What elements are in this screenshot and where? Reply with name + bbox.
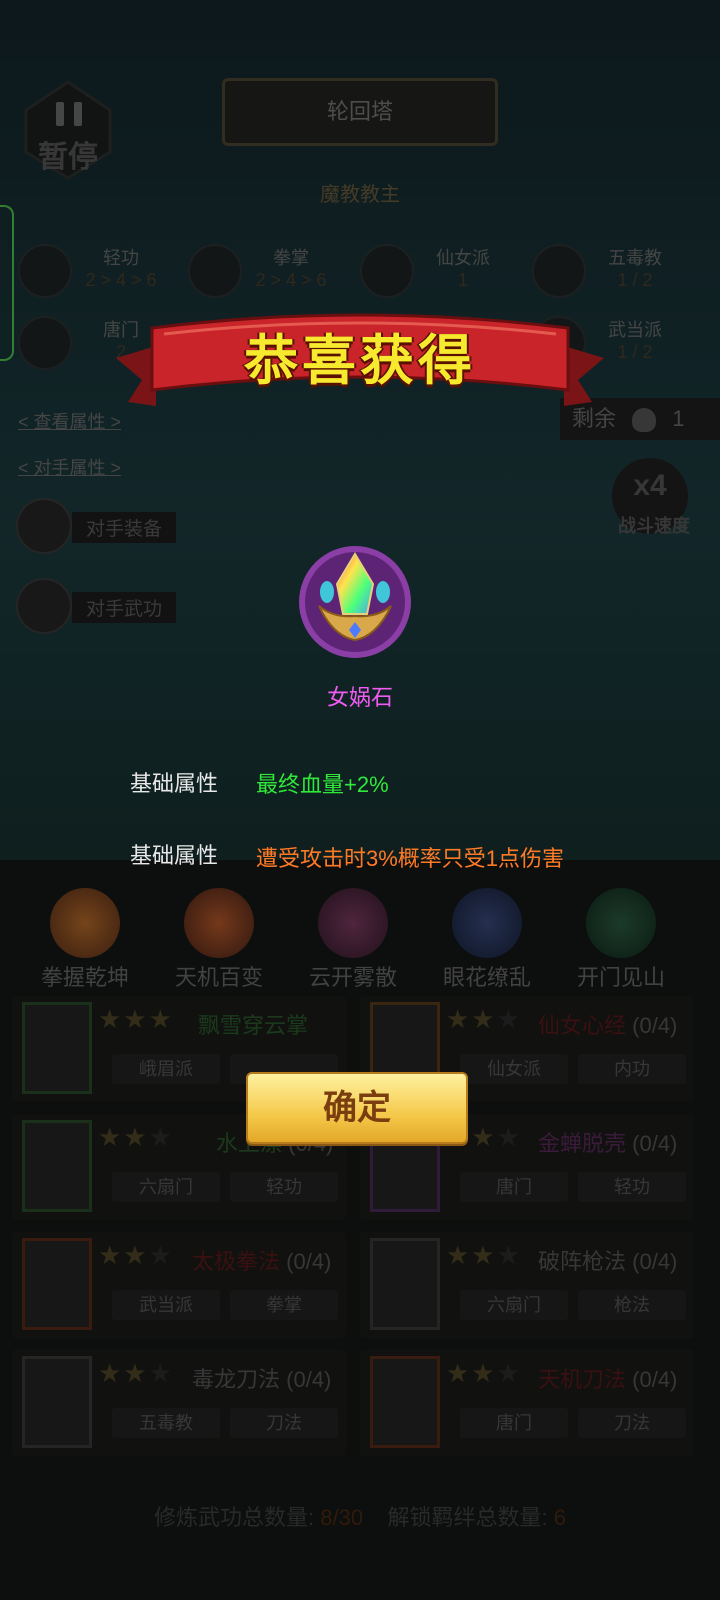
attribute-label: 基础属性 (130, 771, 219, 796)
modal-overlay (0, 0, 720, 1600)
item-name: 女娲石 (326, 685, 393, 710)
attribute-label: 基础属性 (130, 843, 219, 868)
nuwa-stone-gem-icon (299, 546, 411, 658)
attribute-value: 遭受攻击时3%概率只受1点伤害 (256, 846, 565, 871)
attribute-value: 最终血量+2% (256, 772, 389, 797)
confirm-button[interactable]: 确定 (246, 1072, 468, 1144)
reward-title: 恭喜获得 (244, 328, 476, 392)
